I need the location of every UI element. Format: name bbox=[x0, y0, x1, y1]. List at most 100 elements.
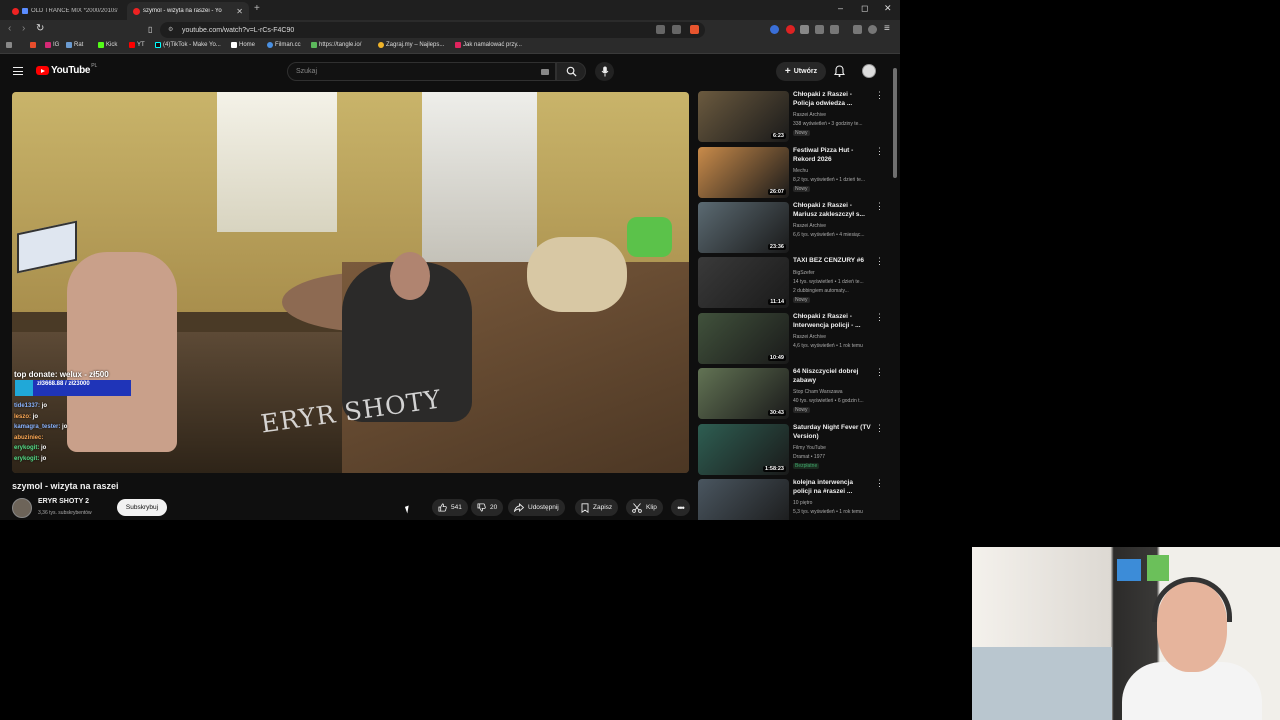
close-tab-icon[interactable]: ✕ bbox=[236, 7, 243, 16]
recommendation-channel[interactable]: Mechu bbox=[793, 168, 808, 174]
extension-icon[interactable] bbox=[800, 25, 809, 34]
video-thumbnail[interactable]: 11:14 bbox=[698, 257, 789, 308]
recommendation-card[interactable]: 10:49 Chłopaki z Raszei - Interwencja pol… bbox=[698, 313, 888, 365]
brave-shield-icon[interactable] bbox=[690, 25, 699, 34]
share-button[interactable]: Udostępnij bbox=[508, 499, 565, 516]
more-vertical-icon[interactable]: ⋮ bbox=[875, 424, 884, 433]
recommendation-meta: 338 wyświetleń • 3 godziny te... bbox=[793, 121, 863, 127]
video-thumbnail[interactable]: 6:23 bbox=[698, 91, 789, 142]
bookmark-item[interactable] bbox=[30, 42, 38, 48]
recommendation-title[interactable]: Chłopaki z Raszei - Policja odwiedza ... bbox=[793, 91, 873, 108]
recommendation-title[interactable]: TAXI BEZ CENZURY #6 bbox=[793, 257, 873, 266]
address-bar[interactable]: ⚙ youtube.com/watch?v=L-rCs-F4C90 bbox=[160, 22, 705, 38]
site-info-icon[interactable]: ⚙ bbox=[168, 26, 173, 33]
video-thumbnail[interactable] bbox=[698, 479, 789, 520]
clip-button[interactable]: Klip bbox=[626, 499, 663, 516]
more-vertical-icon[interactable]: ⋮ bbox=[875, 202, 884, 211]
youtube-header: YouTube PL Szukaj + Utwórz bbox=[0, 58, 900, 86]
video-thumbnail[interactable]: 26:07 bbox=[698, 147, 789, 198]
recommendation-title[interactable]: Saturday Night Fever (TV Version) bbox=[793, 424, 873, 441]
more-actions-button[interactable]: ••• bbox=[671, 499, 690, 516]
recommendation-card[interactable]: kolejna interwencja policji na #raszei .… bbox=[698, 479, 888, 520]
account-avatar[interactable] bbox=[862, 64, 876, 78]
video-thumbnail[interactable]: 23:36 bbox=[698, 202, 789, 253]
recommendation-title[interactable]: Chłopaki z Raszei - Mariusz zakleszczył … bbox=[793, 202, 873, 219]
close-window-icon[interactable]: ✕ bbox=[884, 3, 892, 14]
recommendation-card[interactable]: 26:07 Festiwal Pizza Hut - Rekord 2026 Mec… bbox=[698, 147, 888, 199]
bookmark-page-icon[interactable]: ▯ bbox=[148, 25, 152, 34]
extension-icon[interactable] bbox=[786, 25, 795, 34]
recommendation-channel[interactable]: Filmy YouTube bbox=[793, 445, 826, 451]
recommendation-title[interactable]: kolejna interwencja policji na #raszei .… bbox=[793, 479, 873, 496]
more-vertical-icon[interactable]: ⋮ bbox=[875, 368, 884, 377]
search-button[interactable] bbox=[556, 62, 586, 81]
bookmark-item[interactable]: Filman.cc bbox=[267, 42, 301, 48]
notifications-bell-icon[interactable] bbox=[834, 65, 845, 77]
bookmark-item[interactable]: Rat bbox=[66, 42, 83, 48]
new-tab-icon[interactable]: + bbox=[254, 3, 260, 14]
channel-name[interactable]: ERYR SHOTY 2 bbox=[38, 498, 89, 505]
subscribe-button[interactable]: Subskrybuj bbox=[117, 499, 167, 516]
search-input[interactable]: Szukaj bbox=[287, 62, 556, 81]
scrollbar-thumb[interactable] bbox=[893, 68, 897, 178]
recommendation-title[interactable]: 64 Niszczyciel dobrej zabawy bbox=[793, 368, 873, 385]
minimize-icon[interactable]: – bbox=[838, 3, 843, 13]
screen-icon[interactable] bbox=[656, 25, 665, 34]
recommendation-title[interactable]: Chłopaki z Raszei - Interwencja policji … bbox=[793, 313, 873, 330]
extension-icon[interactable] bbox=[770, 25, 779, 34]
bookmark-item[interactable]: Jak namalować przy... bbox=[455, 42, 522, 48]
recommendation-card[interactable]: 30:43 64 Niszczyciel dobrej zabawy Stop Ch… bbox=[698, 368, 888, 420]
recommendation-channel[interactable]: BigSzefer bbox=[793, 270, 815, 276]
back-icon[interactable]: ‹ bbox=[8, 23, 11, 34]
voice-search-button[interactable] bbox=[595, 62, 614, 81]
recommendation-card[interactable]: 11:14 TAXI BEZ CENZURY #6 BigSzefer 14 tys.… bbox=[698, 257, 888, 309]
dislike-button[interactable]: 20 bbox=[471, 499, 504, 516]
create-button[interactable]: + Utwórz bbox=[776, 62, 826, 81]
extension-icon[interactable] bbox=[815, 25, 824, 34]
media-icon[interactable] bbox=[853, 25, 862, 34]
video-player[interactable]: ERYR SHOTY top donate: welux - zł500 zł3… bbox=[12, 92, 689, 473]
recommendation-card[interactable]: 23:36 Chłopaki z Raszei - Mariusz zaklesz… bbox=[698, 202, 888, 254]
hamburger-menu-icon[interactable] bbox=[13, 67, 23, 75]
tab-szymol[interactable]: szymol - wizyta na raszei - Yo ✕ bbox=[127, 2, 249, 20]
forward-icon[interactable]: › bbox=[22, 23, 25, 34]
bookmark-item[interactable]: Home bbox=[231, 42, 255, 48]
share-icon[interactable] bbox=[672, 25, 681, 34]
recommendation-title[interactable]: Festiwal Pizza Hut - Rekord 2026 bbox=[793, 147, 873, 164]
bookmark-item[interactable]: (4)TikTok - Make Yo... bbox=[155, 42, 221, 48]
save-button[interactable]: Zapisz bbox=[575, 499, 619, 516]
maximize-icon[interactable]: ◻ bbox=[861, 3, 868, 14]
bookmark-item[interactable]: Zagraj.my – Najleps... bbox=[378, 42, 444, 48]
page-scrollbar[interactable] bbox=[893, 60, 897, 520]
more-vertical-icon[interactable]: ⋮ bbox=[875, 147, 884, 156]
youtube-logo[interactable]: YouTube PL bbox=[36, 63, 97, 76]
bookmark-item[interactable]: Kick bbox=[98, 42, 117, 48]
recommendation-channel[interactable]: Raszei Archive bbox=[793, 334, 826, 340]
recommendation-channel[interactable]: Raszei Archive bbox=[793, 223, 826, 229]
more-vertical-icon[interactable]: ⋮ bbox=[875, 91, 884, 100]
sidebar-icon[interactable] bbox=[830, 25, 839, 34]
video-thumbnail[interactable]: 10:49 bbox=[698, 313, 789, 364]
apps-icon[interactable] bbox=[6, 42, 14, 48]
recommendation-channel[interactable]: Stop Cham Warszawa bbox=[793, 389, 843, 395]
recommendation-card[interactable]: 1:58:23 Saturday Night Fever (TV Version)… bbox=[698, 424, 888, 476]
wallet-icon[interactable] bbox=[868, 25, 877, 34]
reload-icon[interactable]: ↻ bbox=[36, 23, 44, 34]
more-vertical-icon[interactable]: ⋮ bbox=[875, 479, 884, 488]
bookmark-item[interactable]: https://tangle.io/ bbox=[311, 42, 361, 48]
recommendation-channel[interactable]: 10 piętro bbox=[793, 500, 812, 506]
channel-avatar[interactable] bbox=[12, 498, 32, 518]
more-vertical-icon[interactable]: ⋮ bbox=[875, 313, 884, 322]
keyboard-icon[interactable] bbox=[541, 69, 549, 75]
video-thumbnail[interactable]: 30:43 bbox=[698, 368, 789, 419]
search-placeholder: Szukaj bbox=[296, 68, 318, 75]
menu-icon[interactable]: ≡ bbox=[884, 23, 890, 34]
recommendation-channel[interactable]: Raszei Archive bbox=[793, 112, 826, 118]
recommendation-card[interactable]: 6:23 Chłopaki z Raszei - Policja odwiedza… bbox=[698, 91, 888, 143]
like-button[interactable]: 541 bbox=[432, 499, 468, 516]
bookmark-item[interactable]: YT bbox=[129, 42, 145, 48]
bookmark-item[interactable]: IG bbox=[45, 42, 59, 48]
tab-trance-mix[interactable]: OLD TRANCE MIX *2000/2010s* bbox=[6, 2, 124, 20]
more-vertical-icon[interactable]: ⋮ bbox=[875, 257, 884, 266]
video-thumbnail[interactable]: 1:58:23 bbox=[698, 424, 789, 475]
